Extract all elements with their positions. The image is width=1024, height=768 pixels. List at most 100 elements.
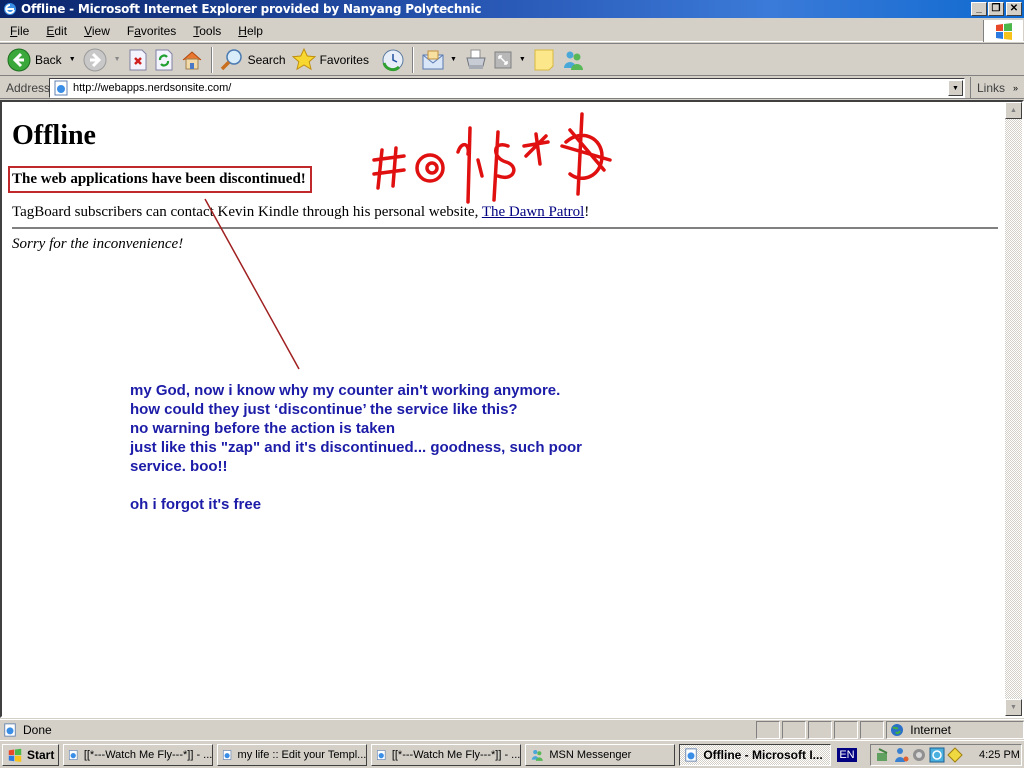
msn-tray-icon[interactable] [893,747,909,763]
forward-button[interactable] [80,46,110,74]
ie-page-icon [377,749,386,760]
maximize-button[interactable]: ❐ [988,2,1004,16]
links-button[interactable]: Links » [970,77,1024,99]
windows-flag-icon [8,748,22,762]
menu-view[interactable]: View [74,24,117,38]
start-label: Start [27,747,55,762]
scroll-up-button[interactable]: ▲ [1005,102,1022,119]
antivirus-icon[interactable] [929,747,945,763]
menu-file[interactable]: File [0,24,36,38]
mail-icon [422,50,444,69]
print-button[interactable] [461,46,491,74]
ie-page-icon [223,749,232,760]
refresh-button[interactable] [151,46,177,74]
history-icon [382,49,404,71]
menu-view-accel: V [84,23,92,38]
menu-help-accel: H [238,23,247,38]
task-label: MSN Messenger [549,748,632,761]
menu-help-rest: elp [246,23,263,38]
toolbar-separator [210,46,213,73]
fullscreen-dropdown-icon[interactable]: ▼ [519,56,526,63]
annotation-line: just like this "zap" and it's discontinu… [130,439,583,456]
menu-edit[interactable]: Edit [36,24,74,38]
status-cell [860,720,885,739]
search-icon [220,48,242,70]
status-cell [808,720,833,739]
annotation-line: my God, now i know why my counter ain't … [130,382,561,399]
notes-tray-icon[interactable] [947,747,963,763]
stop-icon [129,49,147,70]
task-label: [[*---Watch Me Fly---*]] - ... [391,748,521,761]
task-label: [[*---Watch Me Fly---*]] - ... [83,748,213,761]
status-text: Done [23,722,52,737]
clock[interactable]: 4:25 PM [979,749,1020,761]
taskbar-task[interactable]: MSN Messenger [525,743,676,766]
status-bar: Done Internet [0,719,1024,739]
menu-help[interactable]: Help [228,24,270,38]
language-indicator[interactable]: EN [837,747,857,762]
start-button[interactable]: Start [2,743,60,766]
menu-tools[interactable]: Tools [183,24,228,38]
links-chevron-icon: » [1013,83,1019,93]
address-url[interactable]: http://webapps.nerdsonsite.com/ [73,82,231,94]
address-input[interactable]: http://webapps.nerdsonsite.com/ ▼ [49,78,965,98]
annotation-line: no warning before the action is taken [130,420,396,437]
sticky-note-icon [534,49,554,70]
search-button[interactable]: Search [217,46,289,74]
taskbar: Start [[*---Watch Me Fly---*]] - ... my … [0,740,1024,768]
status-cell [834,720,859,739]
task-label: Offline - Microsoft I... [703,747,823,762]
menu-favorites-accel: a [134,23,141,38]
annotation-line: oh i forgot it's free [130,496,262,513]
back-button[interactable]: Back [4,46,65,74]
menu-edit-rest: dit [54,23,68,38]
messenger-button[interactable] [558,46,588,74]
status-main: Done [0,721,754,739]
back-arrow-icon [7,48,31,71]
menu-view-rest: iew [91,23,110,38]
home-icon [182,50,201,69]
history-button[interactable] [378,46,408,74]
taskbar-task[interactable]: [[*---Watch Me Fly---*]] - ... [371,743,522,766]
back-dropdown-icon[interactable]: ▼ [69,56,76,63]
mail-dropdown-icon[interactable]: ▼ [450,56,457,63]
scroll-down-button[interactable]: ▼ [1005,699,1022,716]
address-dropdown-button[interactable]: ▼ [948,80,963,96]
annotation-text: my God, now i know why my counter ain't … [130,381,582,514]
page-viewport: Offline The web applications have been d… [0,100,1024,718]
annotation-line [130,476,582,495]
volume-icon[interactable] [911,747,927,763]
search-label: Search [247,52,286,67]
address-bar: Address http://webapps.nerdsonsite.com/ … [0,77,1024,99]
fullscreen-icon [494,51,512,68]
annotation-line: service. boo!! [130,458,228,475]
menu-tools-rest: ools [199,23,222,38]
taskbar-task[interactable]: my life :: Edit your Templ... [217,743,368,766]
toolbar-separator [411,46,414,73]
taskbar-task[interactable]: [[*---Watch Me Fly---*]] - ... [63,743,214,766]
ie-page-icon [69,749,78,760]
forward-dropdown-icon[interactable]: ▼ [114,56,121,63]
title-bar: Offline - Microsoft Internet Explorer pr… [0,0,1024,18]
menu-file-rest: ile [17,23,30,38]
vertical-scrollbar[interactable]: ▲ ▼ [1005,102,1022,716]
printer-icon [466,49,486,69]
network-icon[interactable] [875,747,891,763]
globe-icon [891,723,904,736]
taskbar-task-active[interactable]: Offline - Microsoft I... [679,743,832,766]
notes-button[interactable] [530,46,558,74]
messenger-icon [563,51,583,70]
favorites-button[interactable]: Favorites [289,46,372,74]
minimize-button[interactable]: _ [971,2,987,16]
fullscreen-button[interactable] [491,46,515,74]
close-button[interactable]: ✕ [1006,2,1022,16]
mail-button[interactable] [418,46,450,74]
forward-arrow-icon [83,48,107,71]
home-button[interactable] [177,46,207,74]
ie-page-icon [685,747,698,762]
back-label: Back [35,52,62,67]
page-done-icon [4,722,16,737]
menu-favorites[interactable]: Favorites [117,24,183,38]
status-cell [782,720,807,739]
stop-button[interactable] [125,46,151,74]
